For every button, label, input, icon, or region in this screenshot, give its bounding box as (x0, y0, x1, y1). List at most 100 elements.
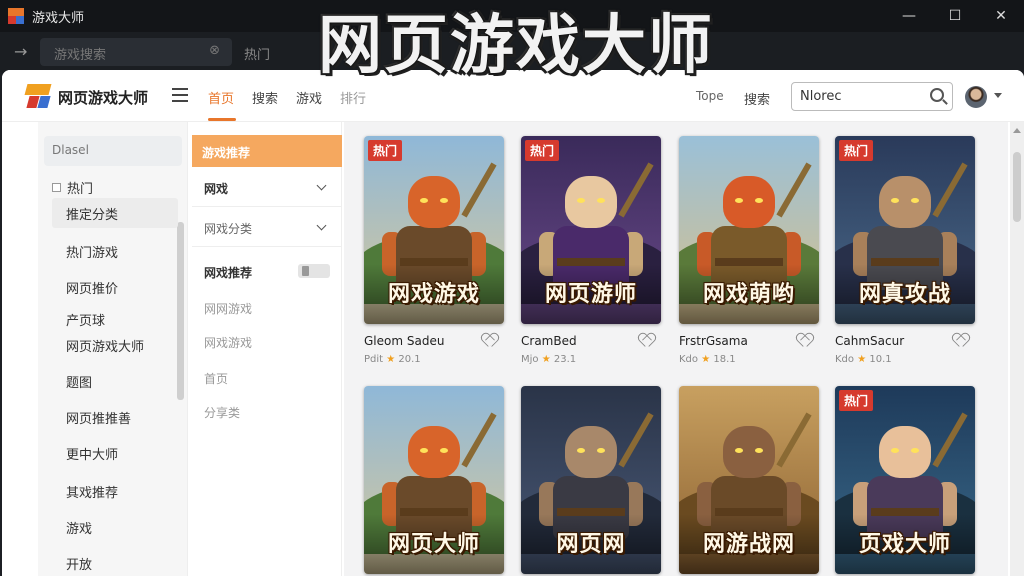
sidebar-item[interactable]: 推定分类 (66, 204, 118, 223)
category-item[interactable]: 网戏分类 (204, 220, 252, 237)
game-cover-image[interactable]: 网页网 (521, 386, 661, 574)
avatar[interactable] (965, 86, 987, 108)
cover-art-shape (420, 198, 428, 203)
background-tab[interactable]: 热门 (244, 44, 270, 63)
checkbox-icon[interactable] (52, 183, 61, 192)
cover-art-shape (408, 176, 460, 228)
nav-games[interactable]: 游戏 (296, 88, 340, 107)
favorite-heart-icon[interactable] (797, 334, 811, 347)
game-card[interactable]: 网页游师 热门 CramBed Mjo ★ 23.1 (521, 136, 661, 365)
game-meta-label: Mjo (521, 354, 539, 365)
category-item-active[interactable]: 游戏推荐 (192, 135, 342, 167)
chevron-down-icon[interactable] (316, 220, 327, 231)
sidebar-item[interactable]: 热门游戏 (66, 242, 118, 261)
favorite-heart-icon[interactable] (482, 334, 496, 347)
game-meta-label: Kdo (679, 354, 699, 365)
sidebar-item[interactable]: 网页推价 (66, 278, 118, 297)
menu-icon[interactable] (172, 88, 188, 102)
sidebar-item[interactable]: 其戏推荐 (66, 482, 118, 501)
game-grid: 网戏游戏 热门 Gleom Sadeu Pdit ★ 20.1 网页游师 热门 CramBe… (344, 122, 1008, 576)
cover-art-shape (440, 448, 448, 453)
category-item[interactable]: 分享类 (204, 404, 240, 421)
category-item[interactable]: 网戏推荐 (204, 264, 252, 281)
minimize-button[interactable]: — (886, 0, 932, 32)
background-search-input[interactable]: 游戏搜索 ⊗ (40, 38, 232, 66)
game-name[interactable]: CahmSacur (835, 334, 904, 348)
game-meta: Pdit ★ 20.1 (364, 354, 421, 365)
sidebar-item[interactable]: 游戏 (66, 518, 92, 537)
sidebar-item[interactable]: 开放 (66, 554, 92, 573)
search-icon[interactable] (930, 88, 944, 102)
category-panel: 游戏推荐 网戏 网戏分类 网戏推荐 网网游戏 网戏游戏 首页 分享类 (192, 122, 342, 576)
main-nav: 首页 搜索 游戏 排行 (208, 88, 384, 121)
game-cover-image[interactable]: 网戏游戏 热门 (364, 136, 504, 324)
cover-art-shape (565, 426, 617, 478)
divider (192, 206, 342, 207)
category-item[interactable]: 网戏 (204, 180, 228, 197)
game-card[interactable]: 网戏游戏 热门 Gleom Sadeu Pdit ★ 20.1 (364, 136, 504, 365)
cover-art-shape (735, 448, 743, 453)
game-meta-value: 18.1 (713, 354, 736, 365)
maximize-button[interactable]: ☐ (932, 0, 978, 32)
game-meta-value: 20.1 (398, 354, 421, 365)
game-cover-image[interactable]: 网页大师 (364, 386, 504, 574)
nav-ranking[interactable]: 排行 (340, 88, 384, 107)
search-input[interactable] (791, 82, 953, 111)
sidebar-item-hot[interactable]: 热门 (52, 178, 93, 197)
sidebar-item[interactable]: 更中大师 (66, 444, 118, 463)
sidebar-item[interactable]: 网页推推善 (66, 408, 131, 427)
game-card[interactable]: 网戏萌哟 FrstrGsama Kdo ★ 18.1 (679, 136, 819, 365)
header-link-search[interactable]: 搜索 (744, 89, 770, 108)
chevron-down-icon[interactable] (994, 93, 1002, 98)
game-card[interactable]: 网页网SiamaBad (521, 386, 661, 574)
favorite-heart-icon[interactable] (639, 334, 653, 347)
game-name[interactable]: CramBed (521, 334, 577, 348)
game-card[interactable]: 网游战网ManBegl (679, 386, 819, 574)
back-arrow-icon[interactable]: → (14, 42, 27, 61)
game-cover-image[interactable]: 网真攻战 热门 (835, 136, 975, 324)
hot-badge: 热门 (525, 140, 560, 161)
sidebar: Dlasel 热门 推定分类 热门游戏 网页推价 产页球 网页游戏大师 题图 网… (38, 122, 188, 576)
category-item[interactable]: 首页 (204, 370, 228, 387)
sidebar-item[interactable]: 网页游戏大师 (66, 336, 144, 355)
game-cover-title: 网真攻战 (858, 282, 951, 307)
game-cover-image[interactable]: 页戏大师 热门 (835, 386, 975, 574)
nav-home[interactable]: 首页 (208, 88, 252, 121)
brand-name[interactable]: 网页游戏大师 (58, 87, 148, 108)
scrollbar-thumb[interactable] (1013, 152, 1021, 222)
sidebar-scrollbar[interactable] (177, 222, 184, 400)
game-cover-image[interactable]: 网游战网 (679, 386, 819, 574)
cover-art-shape (891, 448, 899, 453)
content-scrollbar[interactable] (1010, 122, 1024, 576)
sidebar-item[interactable]: 题图 (66, 372, 92, 391)
sidebar-search-input[interactable]: Dlasel (44, 136, 182, 166)
overlay-title: 网页游戏大师 (318, 9, 714, 83)
clear-icon[interactable]: ⊗ (209, 43, 220, 58)
game-name[interactable]: Gleom Sadeu (364, 334, 444, 348)
game-cover-title: 网游战网 (702, 532, 795, 557)
game-cover-image[interactable]: 网页游师 热门 (521, 136, 661, 324)
cover-art-shape (879, 176, 931, 228)
nav-search[interactable]: 搜索 (252, 88, 296, 107)
game-card[interactable]: 网真攻战 热门 CahmSacur Kdo ★ 10.1 (835, 136, 975, 365)
cover-art-shape (735, 198, 743, 203)
game-cover-image[interactable]: 网戏萌哟 (679, 136, 819, 324)
category-item[interactable]: 网网游戏 (204, 300, 252, 317)
game-card[interactable]: 网页大师MenBack (364, 386, 504, 574)
game-card[interactable]: 页戏大师热门MamBegl (835, 386, 975, 574)
favorite-heart-icon[interactable] (953, 334, 967, 347)
game-meta-value: 10.1 (869, 354, 892, 365)
scroll-up-icon[interactable] (1013, 128, 1021, 133)
toggle-switch[interactable] (298, 264, 330, 278)
game-cover-title: 页戏大师 (858, 532, 951, 557)
header-link-tope[interactable]: Tope (696, 89, 724, 103)
hot-badge: 热门 (368, 140, 403, 161)
window-title: 游戏大师 (32, 10, 85, 26)
category-item[interactable]: 网戏游戏 (204, 334, 252, 351)
chevron-down-icon[interactable] (316, 180, 327, 191)
cover-art-shape (755, 448, 763, 453)
cover-art-shape (879, 426, 931, 478)
sidebar-item[interactable]: 产页球 (66, 310, 105, 329)
close-button[interactable]: ✕ (978, 0, 1024, 32)
game-name[interactable]: FrstrGsama (679, 334, 748, 348)
